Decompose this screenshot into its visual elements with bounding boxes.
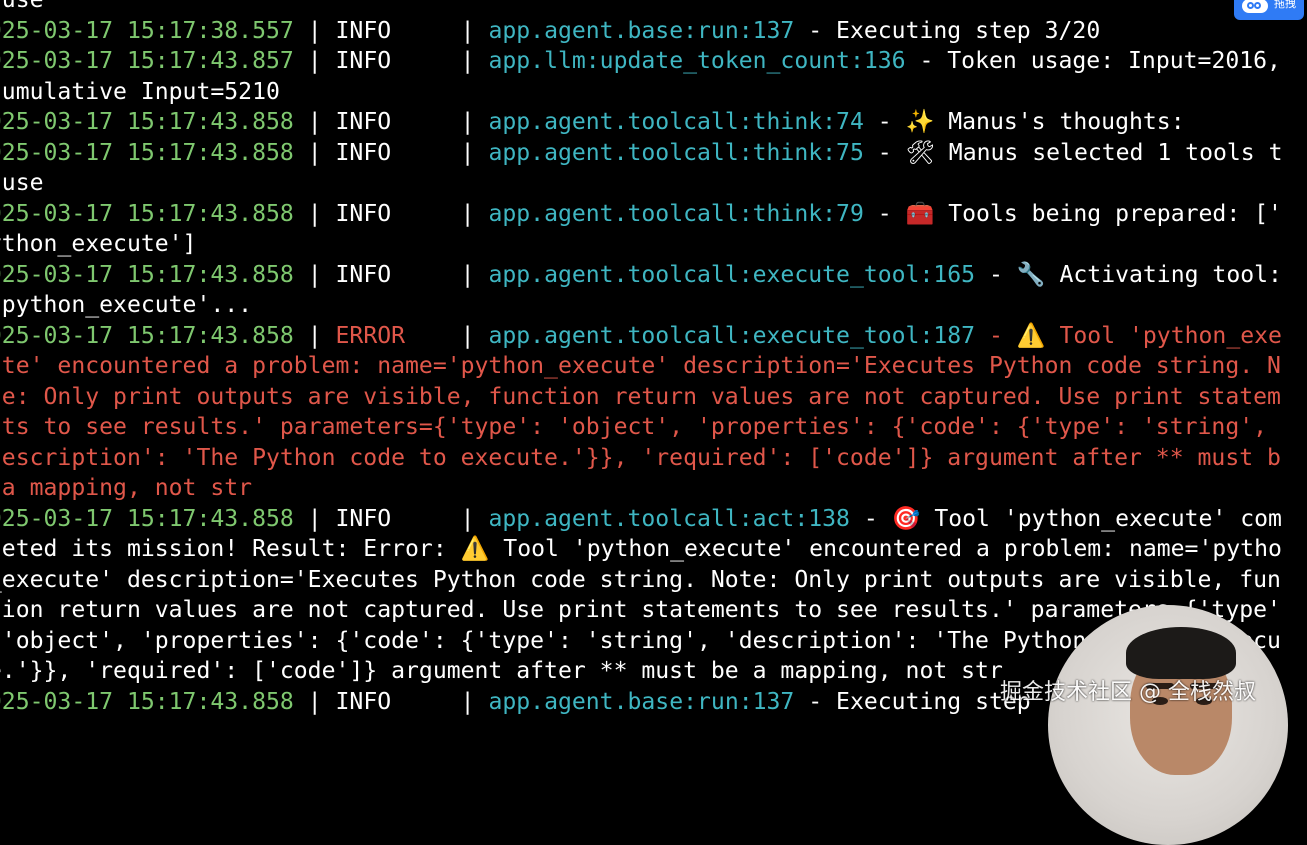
log-line: n_execute' description='Executes Python … <box>0 565 1307 596</box>
log-message-cont: Tool 'python_exe <box>1045 322 1282 349</box>
log-source: app.agent.toolcall:think:79 <box>488 200 864 227</box>
log-level: INFO <box>335 48 392 74</box>
log-continuation: n_execute' description='Executes Python … <box>0 566 1281 593</box>
drag-badge[interactable]: 拖拽 <box>1234 0 1304 20</box>
presenter-hair <box>1126 627 1236 679</box>
log-continuation: pleted its mission! Result: Error: ⚠️ To… <box>0 536 1282 562</box>
log-line: 2025-03-17 15:17:43.858 | INFO | app.age… <box>0 138 1307 169</box>
log-line: 2025-03-17 15:17:43.858 | INFO | app.age… <box>0 504 1307 535</box>
log-message: - <box>863 139 906 166</box>
log-line: ote: Only print outputs are visible, fun… <box>0 382 1307 413</box>
log-source: app.agent.toolcall:execute_tool:165 <box>488 261 976 288</box>
log-line: 'python_execute'... <box>0 290 1307 321</box>
log-level: INFO <box>335 200 392 227</box>
log-emoji-icon: ⚠️ <box>1016 322 1046 349</box>
log-level: ERROR <box>335 322 406 349</box>
log-timestamp: 2025-03-17 15:17:43.858 <box>0 200 294 227</box>
log-continuation: o use <box>1 170 44 196</box>
log-line: o use <box>0 168 1307 199</box>
log-line: ents to see results.' parameters={'type'… <box>0 412 1307 443</box>
log-line: o use <box>0 0 1307 16</box>
log-line: e a mapping, not str <box>0 473 1307 504</box>
log-level: INFO <box>335 261 392 288</box>
badge-label: 拖拽 <box>1274 0 1296 10</box>
log-source: app.agent.base:run:137 <box>488 17 795 44</box>
log-timestamp: 2025-03-17 15:17:43.858 <box>0 505 294 532</box>
log-emoji-icon: 🛠 <box>905 139 935 166</box>
log-timestamp: 2025-03-17 15:17:43.858 <box>0 109 294 135</box>
log-line: 2025-03-17 15:17:43.857 | INFO | app.llm… <box>0 46 1307 77</box>
log-level: INFO <box>335 688 392 715</box>
log-timestamp: 2025-03-17 15:17:38.557 <box>0 17 294 44</box>
log-source: app.agent.toolcall:think:74 <box>488 109 864 135</box>
log-timestamp: 2025-03-17 15:17:43.858 <box>0 322 294 349</box>
log-message-cont: Activating tool: <box>1045 261 1282 288</box>
log-level: INFO <box>335 139 392 166</box>
log-message: - <box>975 322 1017 349</box>
log-continuation: te.'}}, 'required': ['code']} argument a… <box>0 658 1003 684</box>
log-line: 2025-03-17 15:17:43.858 | INFO | app.age… <box>0 260 1307 291</box>
log-message: - <box>863 109 906 135</box>
log-line: Cumulative Input=5210 <box>0 77 1307 108</box>
log-level: INFO <box>335 17 392 44</box>
log-source: app.agent.toolcall:execute_tool:187 <box>488 322 976 349</box>
log-line: 'description': 'The Python code to execu… <box>0 443 1307 474</box>
link-icon <box>1242 0 1268 13</box>
log-message: - Token usage: Input=2016, <box>905 48 1281 74</box>
log-message-cont: Tool 'python_execute' com <box>920 505 1282 532</box>
log-line: 2025-03-17 15:17:43.858 | INFO | app.age… <box>0 107 1307 138</box>
log-error-continuation: cute' encountered a problem: name='pytho… <box>0 353 1281 379</box>
log-line: pleted its mission! Result: Error: ⚠️ To… <box>0 534 1307 565</box>
log-message: - Executing step <box>794 688 1031 715</box>
terminal-output[interactable]: o use 2025-03-17 15:17:38.557 | INFO | ap… <box>0 0 1307 717</box>
log-level: INFO <box>335 109 392 135</box>
log-message-cont: Tools being prepared: [' <box>934 200 1282 227</box>
log-line: cute' encountered a problem: name='pytho… <box>0 351 1307 382</box>
log-emoji-icon: 🧰 <box>905 200 935 227</box>
log-message: - <box>849 505 892 532</box>
log-line: 2025-03-17 15:17:43.858 | ERROR | app.ag… <box>0 321 1307 352</box>
log-source: app.llm:update_token_count:136 <box>488 48 906 74</box>
log-message: - <box>863 200 906 227</box>
log-error-continuation: ents to see results.' parameters={'type'… <box>0 414 1268 440</box>
log-line: python_execute'] <box>0 229 1307 260</box>
webcam-overlay <box>1048 605 1288 845</box>
log-continuation: 'python_execute'... <box>0 292 253 318</box>
log-continuation: ction return values are not captured. Us… <box>0 597 1281 623</box>
log-emoji-icon: 🔧 <box>1016 261 1046 288</box>
log-source: app.agent.toolcall:act:138 <box>488 505 850 532</box>
log-continuation: o use <box>1 0 44 13</box>
log-message: - <box>975 261 1017 288</box>
log-line: 2025-03-17 15:17:43.858 | INFO | app.age… <box>0 199 1307 230</box>
log-continuation: Cumulative Input=5210 <box>0 78 280 105</box>
log-timestamp: 2025-03-17 15:17:43.857 <box>0 48 294 74</box>
log-timestamp: 2025-03-17 15:17:43.858 <box>0 139 294 166</box>
log-source: app.agent.toolcall:think:75 <box>488 139 864 166</box>
log-line: 2025-03-17 15:17:38.557 | INFO | app.age… <box>0 16 1307 47</box>
log-timestamp: 2025-03-17 15:17:43.858 <box>0 261 294 288</box>
log-timestamp: 2025-03-17 15:17:43.858 <box>0 688 294 715</box>
log-level: INFO <box>335 505 392 532</box>
log-emoji-icon: 🎯 <box>891 505 921 532</box>
log-source: app.agent.base:run:137 <box>488 688 795 715</box>
log-error-continuation: ote: Only print outputs are visible, fun… <box>0 383 1281 410</box>
log-emoji-icon: ✨ <box>905 109 935 135</box>
log-message: - Executing step 3/20 <box>794 17 1101 44</box>
log-error-continuation: 'description': 'The Python code to execu… <box>0 444 1281 471</box>
log-message-cont: Manus's thoughts: <box>934 109 1185 135</box>
log-message-cont: Manus selected 1 tools t <box>934 139 1283 166</box>
log-continuation: python_execute'] <box>0 231 197 257</box>
watermark: 掘金技术社区 @ 全栈然叔 <box>1000 680 1256 705</box>
log-error-continuation: e a mapping, not str <box>0 475 253 501</box>
